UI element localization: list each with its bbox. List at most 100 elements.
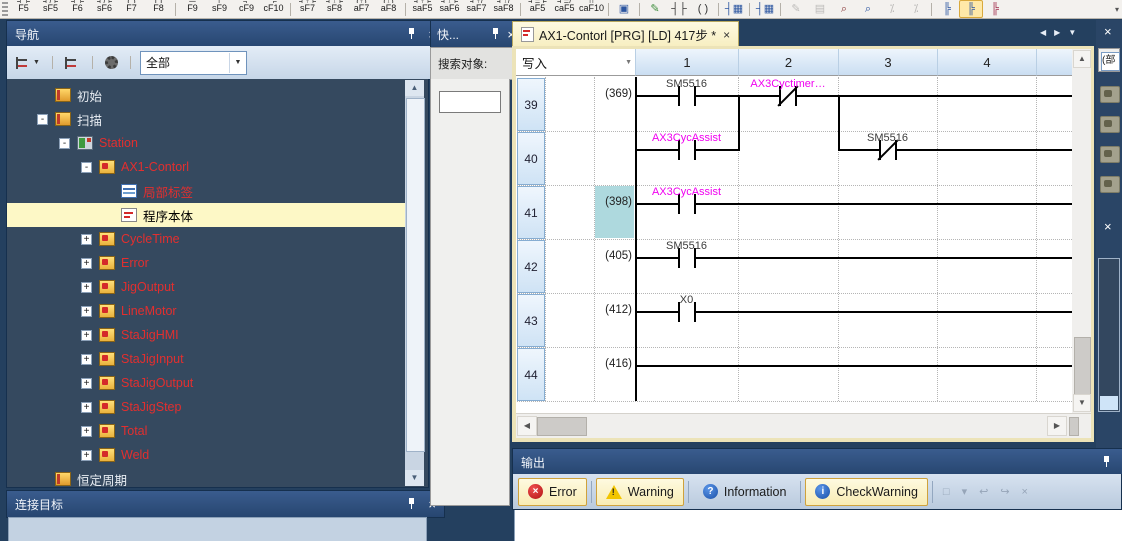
expand-icon[interactable]: + [81, 234, 92, 245]
splitter-grip[interactable] [1069, 417, 1079, 436]
expand-icon[interactable]: + [81, 402, 92, 413]
tree-item-Total[interactable]: +Total [7, 419, 405, 443]
history-icon[interactable] [1100, 176, 1120, 193]
element-selection-dropdown[interactable]: (部 [1098, 48, 1120, 72]
ladder-editor[interactable]: 写入 ▼123439(369)SM5516AX3Cyctimer…40AX3Cy… [516, 49, 1072, 413]
fkey-button-F6[interactable]: ┤├F6 [64, 0, 91, 18]
rung-number-40[interactable]: 40 [517, 132, 545, 185]
statement-edit-icon[interactable]: ✎ [643, 0, 667, 18]
contact-label[interactable]: X0 [617, 294, 757, 306]
tree-scrollbar-thumb[interactable] [406, 98, 425, 452]
tab-scroll-left-icon[interactable]: ◀ [1040, 28, 1046, 37]
rung-number-39[interactable]: 39 [517, 78, 545, 131]
fkey-button-F5[interactable]: ┤├F5 [10, 0, 37, 18]
expand-icon[interactable]: + [81, 282, 92, 293]
ladder-vertical-scrollbar[interactable]: ▲ ▼ [1072, 49, 1091, 413]
vscroll-thumb[interactable] [1074, 337, 1091, 395]
collapse-tree-button[interactable] [62, 53, 83, 73]
scroll-up-icon[interactable]: ▲ [405, 80, 424, 96]
scroll-right-icon[interactable]: ▶ [1047, 416, 1067, 436]
find-device-icon[interactable] [1100, 116, 1120, 133]
find-instruction-icon[interactable] [1100, 146, 1120, 163]
tree-item-StaJigInput[interactable]: +StaJigInput [7, 347, 405, 371]
fkey-button-sF5[interactable]: ┤/├sF5 [37, 0, 64, 18]
expand-icon[interactable]: + [81, 354, 92, 365]
tree-display-mode-button[interactable]: ▼ [13, 53, 43, 73]
tab-close-icon[interactable]: × [723, 28, 730, 42]
fkey-button-saF6[interactable]: ┤↓├saF6 [436, 0, 463, 18]
fkey-button-aF7[interactable]: (↑)aF7 [348, 0, 375, 18]
rung-number-42[interactable]: 42 [517, 240, 545, 293]
cross-ref-active-icon[interactable]: ╠ [959, 0, 983, 18]
contact-grid-icon[interactable]: ┤▦ [722, 0, 746, 18]
close-icon[interactable]: × [1104, 220, 1112, 233]
tree-item--[interactable]: 局部标签 [7, 179, 405, 203]
fkey-button-F7[interactable]: ( )F7 [118, 0, 145, 18]
collapse-icon[interactable]: - [81, 162, 92, 173]
pin-icon[interactable] [407, 498, 416, 510]
fkey-button-cF9[interactable]: ┐cF9 [233, 0, 260, 18]
tree-item-StaJigStep[interactable]: +StaJigStep [7, 395, 405, 419]
pin-icon[interactable] [407, 28, 416, 40]
fkey-button-saF8[interactable]: ┤↓/saF8 [490, 0, 517, 18]
device-contact-icon[interactable]: ┤├ [667, 0, 691, 18]
toolbar-overflow-icon[interactable]: ▾ [1115, 5, 1122, 14]
ladder-horizontal-scrollbar[interactable]: ◀ ▶ [516, 413, 1091, 438]
rung-number-41[interactable]: 41 [517, 186, 545, 239]
tree-item-Error[interactable]: +Error [7, 251, 405, 275]
contact-label[interactable]: AX3CycAssist [617, 186, 757, 198]
tab-ax1-contorl[interactable]: AX1-Contorl [PRG] [LD] 417步 * × [512, 21, 739, 47]
collapse-icon[interactable]: - [59, 138, 70, 149]
tree-item--[interactable]: 程序本体 [7, 203, 405, 227]
fkey-button-saF5[interactable]: ┤↑├saF5 [409, 0, 436, 18]
output-filter-information[interactable]: ?Information [693, 478, 797, 506]
close-icon[interactable]: × [1104, 25, 1112, 38]
output-filter-warning[interactable]: Warning [596, 478, 684, 506]
fkey-button-caF10[interactable]: ▯caF10 [578, 0, 605, 18]
fkey-button-caF5[interactable]: ┤=/caF5 [551, 0, 578, 18]
fkey-button-saF7[interactable]: ┤↑/saF7 [463, 0, 490, 18]
fkey-button-aF5[interactable]: ┤=├aF5 [524, 0, 551, 18]
rung-number-43[interactable]: 43 [517, 294, 545, 347]
chevron-down-icon[interactable]: ▼ [625, 59, 632, 66]
scroll-down-icon[interactable]: ▼ [405, 470, 424, 486]
find-instruction-icon[interactable]: ⌕ [856, 0, 880, 18]
fkey-button-sF9[interactable]: │sF9 [206, 0, 233, 18]
fkey-button-cF10[interactable]: ┌cF10 [260, 0, 287, 18]
expand-icon[interactable]: + [81, 450, 92, 461]
fkey-button-sF8[interactable]: ┤↓├sF8 [321, 0, 348, 18]
find-module-icon[interactable] [1100, 86, 1120, 103]
tab-list-icon[interactable]: ▼ [1068, 28, 1076, 37]
tree-item--[interactable]: 初始 [7, 83, 405, 107]
tree-filter-dropdown[interactable]: 全部 ▼ [140, 51, 247, 75]
expand-icon[interactable]: + [81, 258, 92, 269]
tree-item-JigOutput[interactable]: +JigOutput [7, 275, 405, 299]
toolbar-drag-handle[interactable] [2, 2, 8, 16]
settings-button[interactable] [102, 53, 121, 73]
find-device-icon[interactable]: ⌕ [832, 0, 856, 18]
fkey-button-F8[interactable]: [ ]F8 [145, 0, 172, 18]
contact-label[interactable]: SM5516 [818, 132, 958, 144]
scroll-left-icon[interactable]: ◀ [517, 416, 537, 436]
collapse-icon[interactable]: - [37, 114, 48, 125]
tree-item-LineMotor[interactable]: +LineMotor [7, 299, 405, 323]
scroll-up-icon[interactable]: ▲ [1073, 50, 1091, 68]
tree-item-StaJigOutput[interactable]: +StaJigOutput [7, 371, 405, 395]
tree-item-CycleTime[interactable]: +CycleTime [7, 227, 405, 251]
contact-grid2-icon[interactable]: ┤▦ [753, 0, 777, 18]
expand-icon[interactable]: + [81, 426, 92, 437]
output-filter-error[interactable]: ×Error [518, 478, 587, 506]
tree-item-Station[interactable]: -Station [7, 131, 405, 155]
scroll-down-icon[interactable]: ▼ [1073, 394, 1091, 412]
fkey-button-sF7[interactable]: ┤↑├sF7 [294, 0, 321, 18]
search-input[interactable] [439, 91, 501, 113]
output-filter-checkwarning[interactable]: iCheckWarning [805, 478, 928, 506]
hscroll-thumb[interactable] [537, 417, 587, 436]
contact-label[interactable]: SM5516 [617, 240, 757, 252]
pin-icon[interactable] [491, 28, 500, 40]
contact-label[interactable]: AX3CycAssist [617, 132, 757, 144]
expand-icon[interactable]: + [81, 378, 92, 389]
coil-icon[interactable]: ( ) [691, 0, 715, 18]
expand-icon[interactable]: + [81, 306, 92, 317]
pin-icon[interactable] [1102, 456, 1111, 468]
